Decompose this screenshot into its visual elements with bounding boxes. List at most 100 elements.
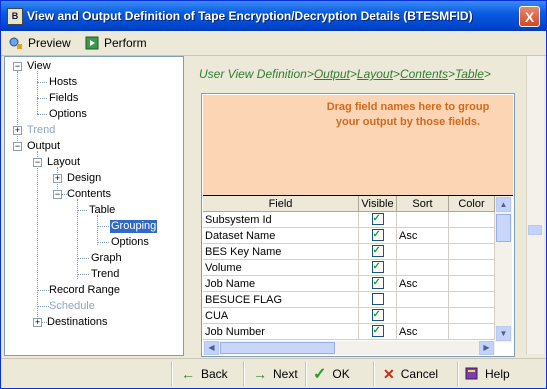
field-name-cell[interactable]: BESUCE FLAG [203,292,359,308]
tree-item-record-range[interactable]: Record Range [49,284,120,297]
navigation-tree[interactable]: − View Hosts Fields Options + Trend − Ou… [4,56,184,356]
table-row[interactable]: Job Name Asc [203,276,495,292]
sort-cell[interactable] [397,244,449,260]
tree-item-design[interactable]: Design [67,172,101,185]
ok-button[interactable]: ✓ OK [313,363,350,385]
scroll-down-icon[interactable]: ▼ [496,326,511,341]
color-cell[interactable] [449,324,495,340]
sort-cell[interactable] [397,308,449,324]
field-name-cell[interactable]: CUA [203,308,359,324]
tree-item-fields[interactable]: Fields [49,92,78,105]
visible-checkbox[interactable] [371,212,384,227]
tree-item-schedule[interactable]: Schedule [49,300,95,313]
visible-cell [359,276,397,292]
perform-button[interactable]: Perform [85,34,147,52]
pane-splitter[interactable] [184,56,188,354]
column-header-field[interactable]: Field [203,196,359,212]
table-row[interactable]: Job Number Asc [203,324,495,340]
visible-cell [359,292,397,308]
tree-item-graph[interactable]: Graph [91,252,122,265]
outer-scroll-thumb[interactable] [528,225,542,235]
visible-checkbox[interactable] [371,228,384,243]
close-button[interactable]: X [519,6,540,27]
color-cell[interactable] [449,228,495,244]
tree-item-grouping[interactable]: Grouping [110,220,158,233]
back-button[interactable]: ← Back [181,363,228,385]
group-drop-area[interactable]: Drag field names here to group your outp… [203,95,513,196]
sort-cell[interactable]: Asc [397,228,449,244]
breadcrumb-output-link[interactable]: Output [314,67,350,81]
tree-item-trend[interactable]: Trend [27,124,55,137]
vertical-scroll-thumb[interactable] [496,214,511,242]
field-name-cell[interactable]: Subsystem Id [203,212,359,228]
tree-item-table-options[interactable]: Options [111,236,149,249]
color-cell[interactable] [449,292,495,308]
breadcrumb-contents-link[interactable]: Contents [400,67,448,81]
sort-cell[interactable]: Asc [397,324,449,340]
column-header-color[interactable]: Color [449,196,495,212]
color-cell[interactable] [449,276,495,292]
help-button[interactable]: Help [465,363,510,385]
sort-cell[interactable]: Asc [397,276,449,292]
tree-item-hosts[interactable]: Hosts [49,76,77,89]
column-header-visible[interactable]: Visible [359,196,397,212]
visible-checkbox[interactable] [371,308,384,323]
tree-item-options[interactable]: Options [49,108,87,121]
expand-design-icon[interactable]: + [53,174,62,183]
tree-item-contents[interactable]: Contents [67,188,111,201]
preview-button[interactable]: Preview [9,34,71,52]
expand-trend-icon[interactable]: + [13,126,22,135]
visible-checkbox[interactable] [371,244,384,259]
grid-vertical-scrollbar[interactable]: ▲ ▼ [495,196,512,342]
sort-cell[interactable] [397,212,449,228]
visible-checkbox[interactable] [371,324,384,339]
field-name-cell[interactable]: Job Name [203,276,359,292]
field-name-cell[interactable]: BES Key Name [203,244,359,260]
expand-destinations-icon[interactable]: + [33,318,42,327]
table-row[interactable]: BESUCE FLAG [203,292,495,308]
scroll-up-icon[interactable]: ▲ [496,197,511,212]
table-row[interactable]: Subsystem Id [203,212,495,228]
collapse-view-icon[interactable]: − [13,62,22,71]
tree-item-table[interactable]: Table [89,204,115,217]
table-row[interactable]: Volume [203,260,495,276]
collapse-layout-icon[interactable]: − [33,158,42,167]
sort-cell[interactable] [397,260,449,276]
tree-item-trend-output[interactable]: Trend [91,268,119,281]
next-label: Next [273,367,298,381]
sort-cell[interactable] [397,292,449,308]
horizontal-scroll-thumb[interactable] [220,342,335,354]
tree-item-view[interactable]: View [27,60,51,73]
visible-checkbox[interactable] [371,260,384,275]
tree-item-layout[interactable]: Layout [47,156,80,169]
color-cell[interactable] [449,212,495,228]
preview-icon [9,36,23,50]
field-name-cell[interactable]: Volume [203,260,359,276]
table-row[interactable]: BES Key Name [203,244,495,260]
column-header-sort[interactable]: Sort [397,196,449,212]
panel-vertical-scrollbar[interactable] [526,56,544,354]
visible-cell [359,244,397,260]
field-name-cell[interactable]: Dataset Name [203,228,359,244]
field-name-cell[interactable]: Job Number [203,324,359,340]
table-row[interactable]: CUA [203,308,495,324]
collapse-output-icon[interactable]: − [13,142,22,151]
grid-horizontal-scrollbar[interactable]: ◀ ▶ [203,341,495,355]
scroll-left-icon[interactable]: ◀ [204,341,219,355]
perform-label: Perform [104,36,147,50]
next-button[interactable]: → Next [253,363,298,385]
tree-item-destinations[interactable]: Destinations [47,316,108,329]
collapse-contents-icon[interactable]: − [53,190,62,199]
breadcrumb-table-link[interactable]: Table [455,67,484,81]
cancel-button[interactable]: ✕ Cancel [383,363,438,385]
tree-item-output[interactable]: Output [27,140,60,153]
visible-checkbox[interactable] [371,293,384,306]
breadcrumb-layout-link[interactable]: Layout [357,67,393,81]
scroll-right-icon[interactable]: ▶ [479,341,494,355]
title-bar[interactable]: B View and Output Definition of Tape Enc… [1,1,546,31]
color-cell[interactable] [449,308,495,324]
color-cell[interactable] [449,244,495,260]
visible-checkbox[interactable] [371,276,384,291]
table-row[interactable]: Dataset Name Asc [203,228,495,244]
color-cell[interactable] [449,260,495,276]
